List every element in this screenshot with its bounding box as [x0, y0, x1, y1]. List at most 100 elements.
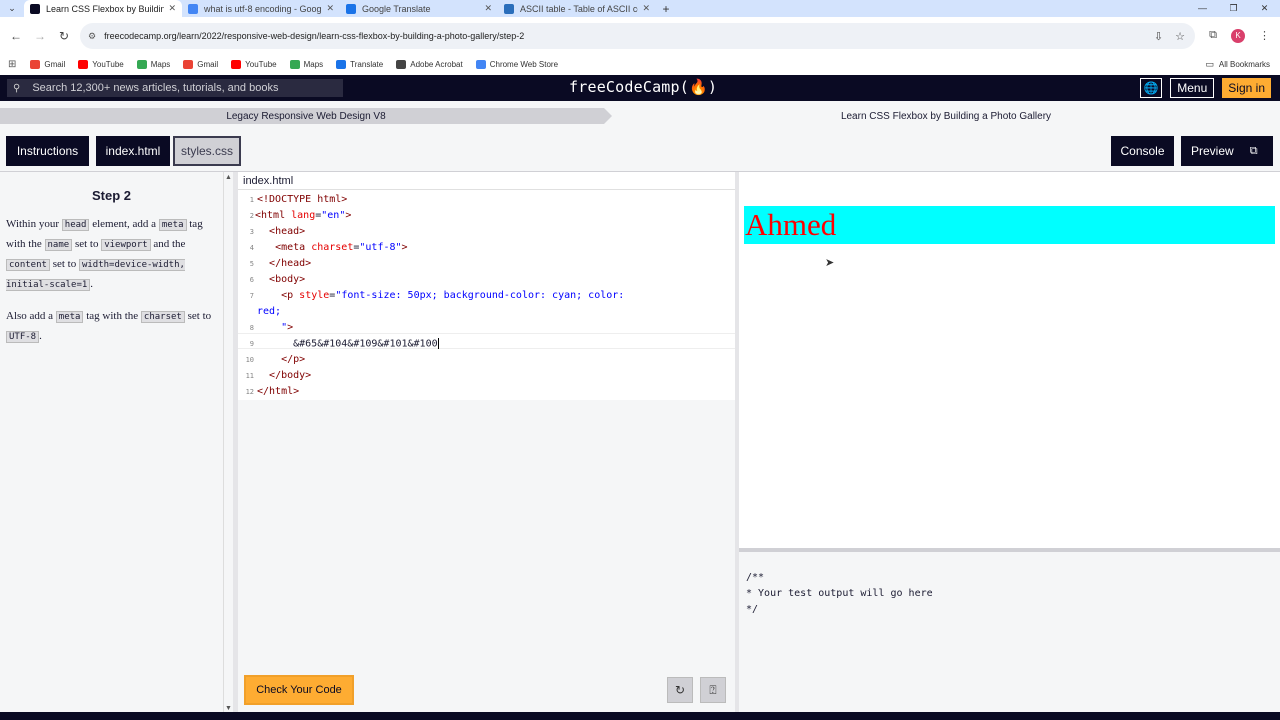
bookmark-label: Gmail	[197, 60, 219, 69]
instruction-text: set to	[49, 258, 79, 270]
preview-button[interactable]: Preview ⧉	[1181, 136, 1273, 166]
instruction-text: and the	[150, 238, 186, 250]
browser-tab[interactable]: ASCII table - Table of ASCII cod ✕	[498, 0, 656, 17]
all-bookmarks[interactable]: ▭ All Bookmarks	[1205, 54, 1270, 75]
code-line: </body>	[269, 370, 312, 381]
check-your-code-button[interactable]: Check Your Code	[244, 675, 354, 705]
styles-css-tab[interactable]: styles.css	[173, 136, 241, 166]
instructions-tab[interactable]: Instructions	[6, 136, 89, 166]
close-tab-icon[interactable]: ✕	[326, 3, 334, 14]
browser-tab[interactable]: Learn CSS Flexbox by Building a✕	[24, 0, 182, 17]
address-bar[interactable]: ⚙ freecodecamp.org/learn/2022/responsive…	[80, 23, 1195, 49]
site-info-icon[interactable]: ⚙	[88, 31, 96, 42]
code-line: ">	[281, 322, 294, 333]
code-line: </p>	[281, 354, 306, 365]
reset-icon[interactable]: ↻	[667, 677, 693, 703]
search-bar[interactable]: ⚲	[7, 79, 343, 97]
restore-icon[interactable]: ❐	[1218, 0, 1249, 17]
bookmark-label: Adobe Acrobat	[410, 60, 463, 69]
scroll-down-icon[interactable]: ▼	[225, 705, 232, 712]
inline-code: content	[6, 259, 50, 271]
more-menu-icon[interactable]: ⋮	[1259, 29, 1270, 42]
browser-tab-strip: ⌄ Learn CSS Flexbox by Building a✕what i…	[0, 0, 1280, 17]
instruction-paragraph-2: Also add a meta tag with the charset set…	[6, 307, 217, 347]
bookmark-label: Maps	[150, 60, 171, 69]
bookmark-item[interactable]: Maps	[289, 60, 324, 69]
close-tab-icon[interactable]: ✕	[168, 3, 176, 14]
webstore-icon	[475, 60, 486, 69]
bookmark-item[interactable]: Chrome Web Store	[475, 60, 558, 69]
breadcrumb-block[interactable]: Learn CSS Flexbox by Building a Photo Ga…	[612, 108, 1280, 124]
bookmark-star-icon[interactable]: ☆	[1175, 30, 1185, 43]
instruction-text: set to	[72, 238, 102, 250]
breadcrumb-superblock[interactable]: Legacy Responsive Web Design V8	[0, 108, 612, 124]
code-editor[interactable]: 1 2 3 4 5 6 7 8 9 10 11 12 <!DOCTYPE html> <html la…	[238, 190, 735, 400]
code-line: &#65&#104&#109&#101&#100	[257, 338, 439, 350]
install-app-icon[interactable]: ⇩	[1154, 30, 1163, 43]
bookmark-item[interactable]: Translate	[336, 60, 383, 69]
inline-code: UTF-8	[6, 331, 40, 343]
inline-code: head	[61, 219, 90, 231]
inline-code: meta	[55, 311, 84, 323]
popout-icon: ⧉	[1249, 144, 1258, 157]
apps-grid-icon[interactable]: ⊞	[8, 59, 16, 70]
close-tab-icon[interactable]: ✕	[642, 3, 650, 14]
translate-icon	[346, 3, 356, 14]
bookmark-label: Maps	[303, 60, 324, 69]
new-tab-button[interactable]: +	[656, 0, 676, 17]
bottom-bar	[0, 712, 1280, 720]
close-window-icon[interactable]: ✕	[1249, 0, 1280, 17]
forward-icon[interactable]: →	[28, 29, 52, 43]
tab-title: what is utf-8 encoding - Googl	[204, 3, 323, 14]
instructions-scrollbar[interactable]: ▲ ▼	[223, 172, 233, 712]
line-number: 3	[249, 228, 254, 236]
fcc-logo[interactable]: freeCodeCamp(🔥)	[569, 78, 717, 96]
scroll-up-icon[interactable]: ▲	[225, 174, 232, 181]
menu-button[interactable]: Menu	[1170, 78, 1215, 98]
bookmarks-bar: ⊞ Gmail YouTube Maps Gmail YouTube Maps Transl…	[0, 54, 1280, 75]
bookmark-label: Gmail	[44, 60, 66, 69]
bookmark-item[interactable]: Gmail	[30, 60, 65, 69]
maps-icon	[136, 60, 147, 69]
line-number: 7	[249, 292, 254, 300]
close-tab-icon[interactable]: ✕	[484, 3, 492, 14]
search-input[interactable]	[32, 82, 333, 94]
reload-icon[interactable]: ↻	[52, 29, 76, 43]
editor-action-bar: Instructions index.html styles.css Conso…	[0, 130, 1280, 172]
line-number: 1	[249, 196, 254, 204]
instruction-text: set to	[184, 310, 212, 322]
acrobat-icon	[396, 60, 407, 69]
bookmark-item[interactable]: Maps	[136, 60, 171, 69]
instruction-text: .	[90, 278, 94, 290]
bookmark-item[interactable]: YouTube	[231, 60, 277, 69]
breadcrumb: Legacy Responsive Web Design V8 Learn CS…	[0, 101, 1280, 130]
index-html-tab[interactable]: index.html	[96, 136, 170, 166]
language-globe-icon[interactable]: 🌐	[1140, 78, 1163, 98]
browser-tab[interactable]: Google Translate ✕	[340, 0, 498, 17]
help-icon[interactable]: ⍰	[700, 677, 726, 703]
bookmark-item[interactable]: YouTube	[78, 60, 124, 69]
back-icon[interactable]: ←	[4, 29, 28, 43]
gmail-icon	[183, 60, 194, 69]
instruction-text: element, add a	[89, 218, 159, 230]
code-line: <head>	[269, 226, 306, 237]
preview-paragraph: Ahmed	[744, 206, 1275, 244]
mouse-cursor-icon: ➤	[825, 257, 835, 269]
instruction-text: .	[39, 330, 42, 342]
extensions-icon[interactable]: ⧉	[1209, 29, 1217, 42]
sign-in-button[interactable]: Sign in	[1222, 78, 1271, 98]
browser-tab[interactable]: what is utf-8 encoding - Googl ✕	[182, 0, 340, 17]
code-line: <p style="font-size: 50px; background-co…	[281, 290, 625, 301]
minimize-icon[interactable]: —	[1187, 0, 1218, 17]
console-button[interactable]: Console	[1111, 136, 1174, 166]
profile-avatar[interactable]: K	[1231, 28, 1245, 43]
bookmark-item[interactable]: Adobe Acrobat	[396, 60, 463, 69]
tab-search-chevron-icon[interactable]: ⌄	[0, 0, 24, 17]
instruction-text: Also add a	[6, 310, 56, 322]
bookmark-label: YouTube	[92, 60, 124, 69]
search-icon: ⚲	[13, 82, 21, 94]
preview-pane: Ahmed ➤	[739, 172, 1280, 548]
bookmark-item[interactable]: Gmail	[183, 60, 218, 69]
editor-file-tab[interactable]: index.html	[238, 172, 735, 190]
ascii-icon	[504, 3, 514, 14]
